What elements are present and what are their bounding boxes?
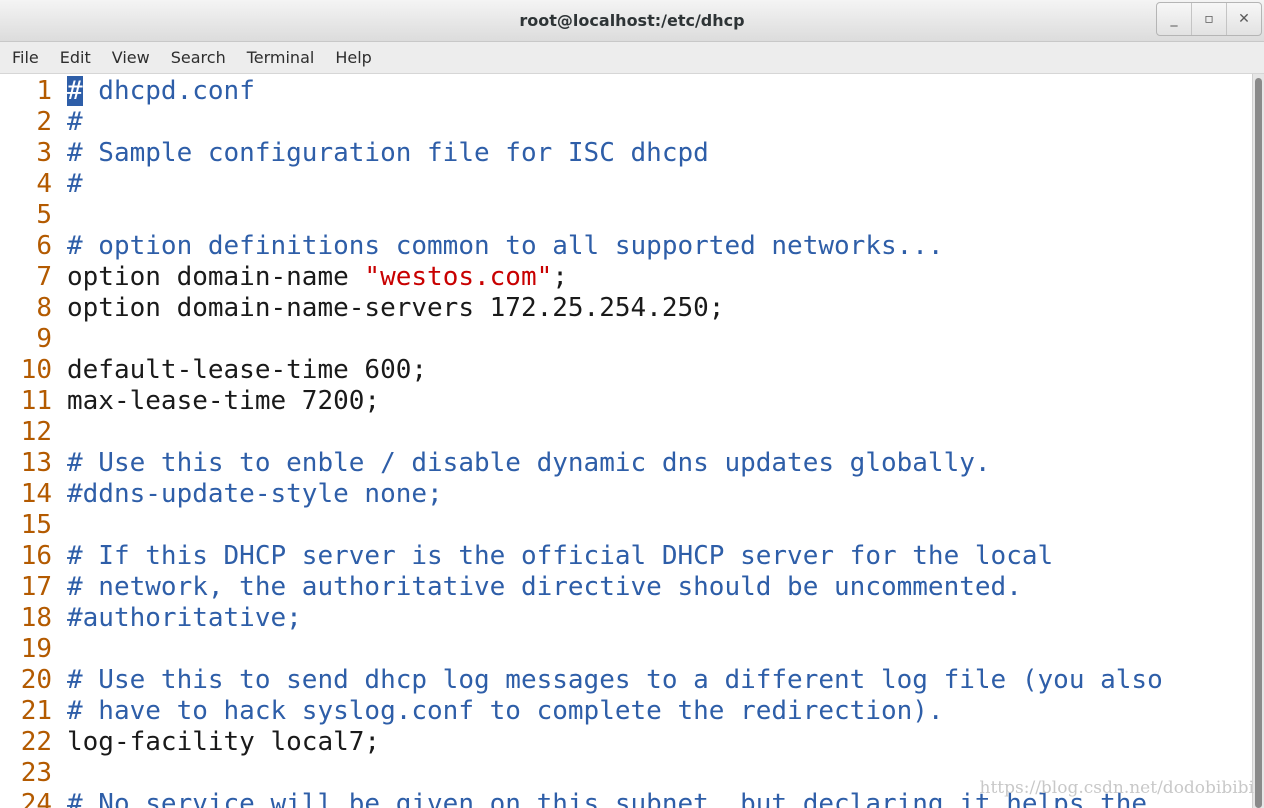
menu-bar: File Edit View Search Terminal Help bbox=[0, 42, 1264, 74]
line-number: 4 bbox=[36, 169, 52, 199]
line-number: 19 bbox=[20, 634, 52, 664]
code-text: ; bbox=[552, 262, 568, 292]
code-text: # option definitions common to all suppo… bbox=[67, 231, 944, 261]
editor-line: 17 # network, the authoritative directive… bbox=[0, 572, 1022, 603]
code-text: # network, the authoritative directive s… bbox=[67, 572, 1022, 602]
editor-line: 21 # have to hack syslog.conf to complete… bbox=[0, 696, 944, 727]
line-number: 23 bbox=[20, 758, 52, 788]
editor-line: 9 bbox=[0, 324, 67, 355]
line-number: 12 bbox=[20, 417, 52, 447]
code-text: max-lease-time 7200; bbox=[67, 386, 381, 416]
line-number: 18 bbox=[20, 603, 52, 633]
code-text: default-lease-time 600; bbox=[67, 355, 428, 385]
code-text: dhcpd.conf bbox=[82, 76, 255, 106]
code-text: # Use this to send dhcp log messages to … bbox=[67, 665, 1163, 695]
window-titlebar[interactable]: root@localhost:/etc/dhcp _ ▫ ✕ bbox=[0, 0, 1264, 42]
line-number: 16 bbox=[20, 541, 52, 571]
editor-line: 5 bbox=[0, 200, 67, 231]
editor-line: 12 bbox=[0, 417, 67, 448]
editor-line: 16 # If this DHCP server is the official … bbox=[0, 541, 1053, 572]
line-number: 11 bbox=[20, 386, 52, 416]
line-number: 21 bbox=[20, 696, 52, 726]
text-cursor: # bbox=[67, 76, 83, 106]
menu-file[interactable]: File bbox=[12, 48, 39, 67]
scrollbar-thumb[interactable] bbox=[1255, 78, 1262, 808]
maximize-button[interactable]: ▫ bbox=[1191, 3, 1226, 35]
line-number: 3 bbox=[36, 138, 52, 168]
line-number: 10 bbox=[20, 355, 52, 385]
code-text: #authoritative; bbox=[67, 603, 302, 633]
editor-line: 19 bbox=[0, 634, 67, 665]
editor-line: 13 # Use this to enble / disable dynamic … bbox=[0, 448, 991, 479]
code-text: option domain-name bbox=[67, 262, 365, 292]
code-text: #ddns-update-style none; bbox=[67, 479, 443, 509]
watermark: https://blog.csdn.net/dodobibibi bbox=[979, 778, 1254, 798]
line-number: 20 bbox=[20, 665, 52, 695]
code-text: # bbox=[67, 107, 83, 137]
editor-line: 8 option domain-name-servers 172.25.254.2… bbox=[0, 293, 724, 324]
code-text: # have to hack syslog.conf to complete t… bbox=[67, 696, 944, 726]
editor-line: 2 # bbox=[0, 107, 83, 138]
editor-line: 23 bbox=[0, 758, 67, 789]
line-number: 15 bbox=[20, 510, 52, 540]
line-number: 24 bbox=[20, 789, 52, 808]
line-number: 14 bbox=[20, 479, 52, 509]
editor-line: 14 #ddns-update-style none; bbox=[0, 479, 443, 510]
code-text: option domain-name-servers 172.25.254.25… bbox=[67, 293, 725, 323]
code-text: "westos.com" bbox=[364, 262, 553, 292]
vertical-scrollbar[interactable] bbox=[1252, 74, 1264, 808]
editor-line: 3 # Sample configuration file for ISC dhc… bbox=[0, 138, 709, 169]
line-number: 1 bbox=[36, 76, 52, 106]
code-text: # Sample configuration file for ISC dhcp… bbox=[67, 138, 709, 168]
editor-line: 11 max-lease-time 7200; bbox=[0, 386, 380, 417]
menu-edit[interactable]: Edit bbox=[60, 48, 91, 67]
editor-line: 24 # No service will be given on this sub… bbox=[0, 789, 1147, 808]
window-controls: _ ▫ ✕ bbox=[1156, 2, 1262, 36]
menu-view[interactable]: View bbox=[112, 48, 150, 67]
line-number: 6 bbox=[36, 231, 52, 261]
line-number: 5 bbox=[36, 200, 52, 230]
editor-line: 10 default-lease-time 600; bbox=[0, 355, 427, 386]
editor-line: 4 # bbox=[0, 169, 83, 200]
terminal-text-area[interactable]: 1 # dhcpd.conf 2 #3 # Sample configuration f… bbox=[0, 74, 1252, 808]
editor-line: 22 log-facility local7; bbox=[0, 727, 380, 758]
code-text: # If this DHCP server is the official DH… bbox=[67, 541, 1054, 571]
line-number: 9 bbox=[36, 324, 52, 354]
line-number: 13 bbox=[20, 448, 52, 478]
line-number: 7 bbox=[36, 262, 52, 292]
code-text: log-facility local7; bbox=[67, 727, 381, 757]
line-number: 17 bbox=[20, 572, 52, 602]
menu-search[interactable]: Search bbox=[171, 48, 226, 67]
code-text: # Use this to enble / disable dynamic dn… bbox=[67, 448, 991, 478]
minimize-button[interactable]: _ bbox=[1157, 3, 1191, 35]
editor-line: 20 # Use this to send dhcp log messages t… bbox=[0, 665, 1163, 696]
editor-line: 6 # option definitions common to all supp… bbox=[0, 231, 944, 262]
window-title: root@localhost:/etc/dhcp bbox=[519, 11, 745, 30]
menu-help[interactable]: Help bbox=[335, 48, 371, 67]
line-number: 2 bbox=[36, 107, 52, 137]
editor-line: 18 #authoritative; bbox=[0, 603, 302, 634]
editor-line: 15 bbox=[0, 510, 67, 541]
line-number: 22 bbox=[20, 727, 52, 757]
code-text: # bbox=[67, 169, 83, 199]
editor-line: 7 option domain-name "westos.com"; bbox=[0, 262, 568, 293]
line-number: 8 bbox=[36, 293, 52, 323]
menu-terminal[interactable]: Terminal bbox=[247, 48, 315, 67]
editor-line: 1 # dhcpd.conf bbox=[0, 76, 255, 107]
close-button[interactable]: ✕ bbox=[1226, 3, 1261, 35]
